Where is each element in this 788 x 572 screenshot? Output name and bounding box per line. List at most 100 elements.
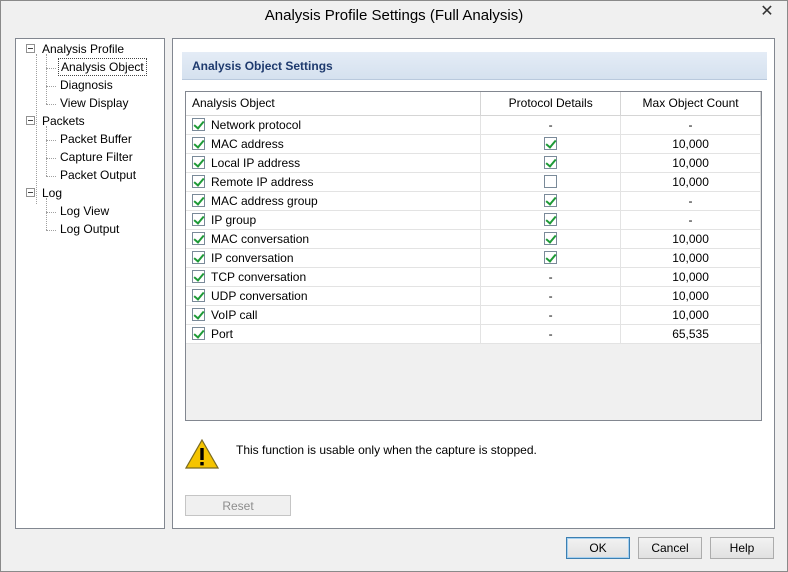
max-object-count-value: 65,535	[672, 326, 709, 341]
tree-node-label: Log View	[60, 204, 110, 218]
enable-checkbox[interactable]	[192, 155, 205, 169]
enable-checkbox[interactable]	[192, 269, 205, 283]
tree-node-label: Diagnosis	[60, 78, 113, 92]
protocol-details-checkbox[interactable]	[544, 231, 558, 245]
cell-protocol-details: -	[480, 286, 622, 306]
object-name: Local IP address	[211, 155, 301, 170]
enable-checkbox[interactable]	[192, 288, 205, 302]
collapse-icon[interactable]	[26, 188, 35, 197]
cell-protocol-details: -	[480, 267, 622, 287]
column-header-max-object-count[interactable]: Max Object Count	[620, 92, 761, 116]
cell-max-object-count[interactable]: 10,000	[620, 248, 761, 268]
reset-button[interactable]: Reset	[185, 495, 291, 516]
cell-max-object-count[interactable]: 10,000	[620, 134, 761, 154]
cell-max-object-count[interactable]: 10,000	[620, 153, 761, 173]
max-object-count-value: 10,000	[672, 269, 709, 284]
cell-protocol-details	[480, 172, 622, 192]
table-row[interactable]: MAC address 10,000	[186, 134, 761, 154]
protocol-details-value: -	[548, 117, 553, 132]
enable-checkbox[interactable]	[192, 326, 205, 340]
max-object-count-value: -	[688, 117, 693, 132]
max-object-count-value: 10,000	[672, 155, 709, 170]
cell-analysis-object: Remote IP address	[186, 172, 482, 192]
close-icon[interactable]: ✕	[755, 3, 779, 21]
cell-max-object-count[interactable]: 10,000	[620, 286, 761, 306]
protocol-details-value: -	[548, 307, 553, 322]
max-object-count-value: 10,000	[672, 136, 709, 151]
object-name: TCP conversation	[211, 269, 307, 284]
help-button[interactable]: Help	[710, 537, 774, 559]
protocol-details-checkbox[interactable]	[544, 212, 558, 226]
tree-node-label: Log Output	[60, 222, 120, 236]
cell-max-object-count[interactable]: -	[620, 191, 761, 211]
settings-tree: Analysis Profile Analysis Object Diagnos…	[15, 38, 165, 529]
object-name: IP conversation	[211, 250, 294, 265]
object-name: MAC address	[211, 136, 284, 151]
cell-analysis-object: IP conversation	[186, 248, 482, 268]
protocol-details-checkbox[interactable]	[544, 136, 558, 150]
cell-max-object-count[interactable]: 10,000	[620, 305, 761, 325]
table-row[interactable]: IP conversation 10,000	[186, 248, 761, 268]
max-object-count-value: 10,000	[672, 250, 709, 265]
cell-analysis-object: TCP conversation	[186, 267, 482, 287]
enable-checkbox[interactable]	[192, 193, 205, 207]
protocol-details-value: -	[548, 326, 553, 341]
table-row[interactable]: VoIP call - 10,000	[186, 305, 761, 325]
tree-node-label: Packets	[42, 114, 85, 128]
tree-node-label: Capture Filter	[60, 150, 133, 164]
table-row[interactable]: MAC address group -	[186, 191, 761, 211]
tree-node-label: Packet Output	[60, 168, 137, 182]
table-row[interactable]: TCP conversation - 10,000	[186, 267, 761, 287]
protocol-details-checkbox[interactable]	[544, 250, 558, 264]
title-bar[interactable]: Analysis Profile Settings (Full Analysis…	[1, 1, 787, 32]
cell-max-object-count[interactable]: 65,535	[620, 324, 761, 344]
cell-analysis-object: VoIP call	[186, 305, 482, 325]
tree-node-label: Packet Buffer	[60, 132, 132, 146]
enable-checkbox[interactable]	[192, 212, 205, 226]
cell-protocol-details	[480, 229, 622, 249]
cell-max-object-count[interactable]: -	[620, 115, 761, 135]
window-title: Analysis Profile Settings (Full Analysis…	[264, 7, 524, 24]
table-row[interactable]: Remote IP address 10,000	[186, 172, 761, 192]
object-name: Remote IP address	[211, 174, 314, 189]
cancel-button[interactable]: Cancel	[638, 537, 702, 559]
max-object-count-value: 10,000	[672, 231, 709, 246]
max-object-count-value: 10,000	[672, 174, 709, 189]
protocol-details-checkbox[interactable]	[544, 193, 558, 207]
cell-max-object-count[interactable]: 10,000	[620, 267, 761, 287]
table-row[interactable]: Port - 65,535	[186, 324, 761, 344]
cell-protocol-details	[480, 248, 622, 268]
table-row[interactable]: Local IP address 10,000	[186, 153, 761, 173]
cell-protocol-details	[480, 134, 622, 154]
cell-protocol-details	[480, 210, 622, 230]
table-row[interactable]: UDP conversation - 10,000	[186, 286, 761, 306]
ok-button[interactable]: OK	[566, 537, 630, 559]
protocol-details-checkbox[interactable]	[544, 155, 558, 169]
table-row[interactable]: Network protocol - -	[186, 115, 761, 135]
table-row[interactable]: MAC conversation 10,000	[186, 229, 761, 249]
cell-max-object-count[interactable]: 10,000	[620, 229, 761, 249]
enable-checkbox[interactable]	[192, 117, 205, 131]
enable-checkbox[interactable]	[192, 307, 205, 321]
cell-protocol-details: -	[480, 324, 622, 344]
collapse-icon[interactable]	[26, 44, 35, 53]
cell-max-object-count[interactable]: -	[620, 210, 761, 230]
cell-protocol-details: -	[480, 305, 622, 325]
collapse-icon[interactable]	[26, 116, 35, 125]
column-header-protocol-details[interactable]: Protocol Details	[480, 92, 622, 116]
object-name: Network protocol	[211, 117, 302, 132]
object-name: VoIP call	[211, 307, 258, 322]
protocol-details-checkbox[interactable]	[544, 174, 558, 188]
enable-checkbox[interactable]	[192, 231, 205, 245]
enable-checkbox[interactable]	[192, 250, 205, 264]
settings-panel: Analysis Object Settings Analysis Object…	[172, 38, 775, 529]
column-header-analysis-object[interactable]: Analysis Object	[186, 92, 482, 116]
cell-analysis-object: Port	[186, 324, 482, 344]
cell-max-object-count[interactable]: 10,000	[620, 172, 761, 192]
object-name: MAC address group	[211, 193, 318, 208]
enable-checkbox[interactable]	[192, 136, 205, 150]
table-row[interactable]: IP group -	[186, 210, 761, 230]
cell-protocol-details	[480, 153, 622, 173]
cell-analysis-object: MAC address group	[186, 191, 482, 211]
enable-checkbox[interactable]	[192, 174, 205, 188]
